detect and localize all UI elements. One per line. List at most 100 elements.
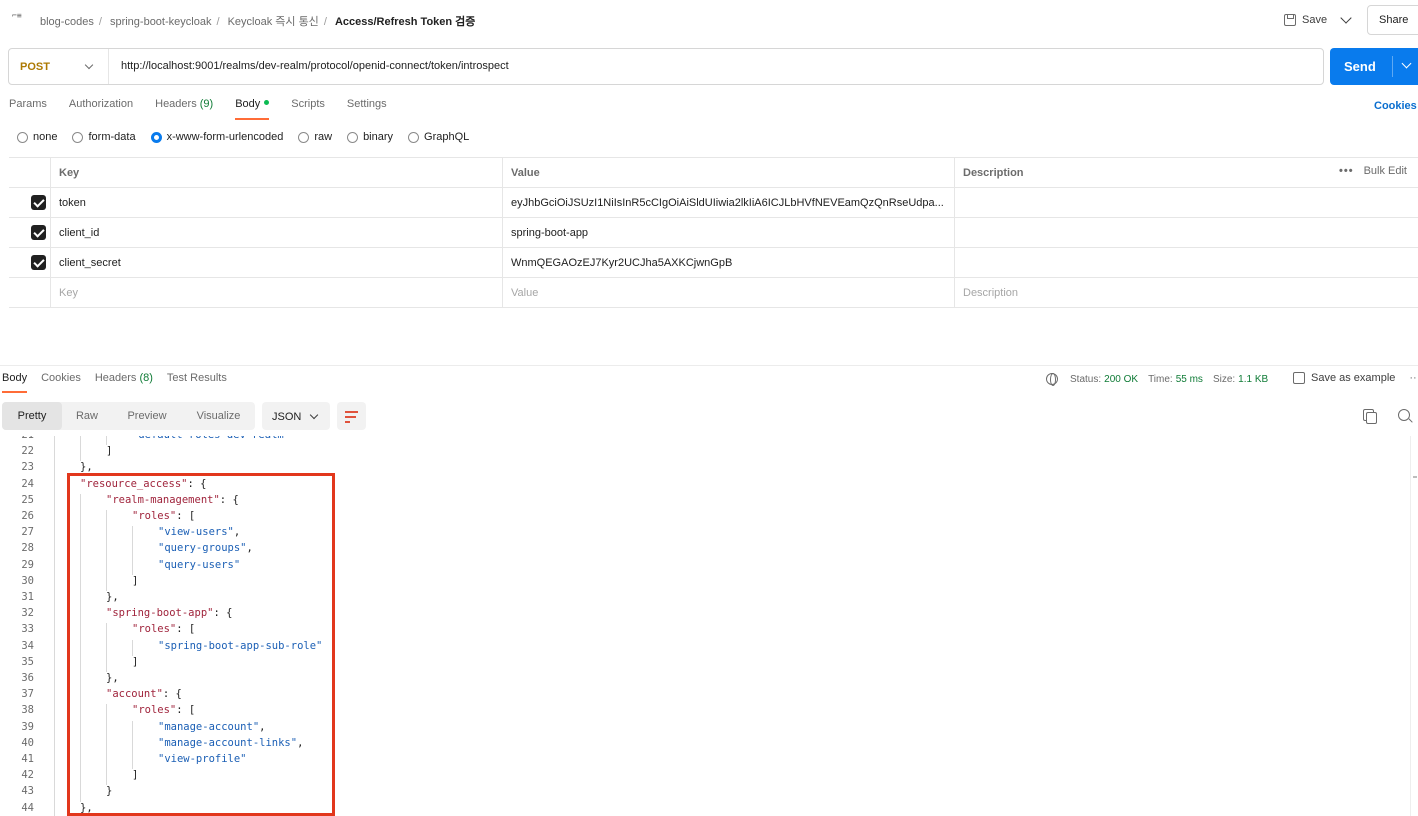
status-value[interactable]: 200 OK [1104,374,1138,385]
row-enabled-checkbox[interactable] [31,195,46,210]
indent-guide [54,591,55,608]
radio-urlencoded[interactable]: x-www-form-urlencoded [150,131,283,143]
indent-guide [54,704,55,721]
radio-form-data[interactable]: form-data [72,131,136,143]
new-description-input[interactable]: Description [954,278,1418,307]
new-value-input[interactable]: Value [502,278,954,307]
param-value-cell[interactable]: eyJhbGciOiJSUzI1NiIsInR5cCIgOiAiSldUIiwi… [502,188,954,217]
send-divider [1392,56,1393,77]
line-number: 35 [21,655,34,668]
save-as-example-button[interactable]: Save as example ·· [1293,372,1417,384]
breadcrumb-collection[interactable]: spring-boot-keycloak [110,16,212,28]
indent-guide [54,510,55,527]
code-text: ] [106,445,112,457]
code-text: "default-roles-dev-realm" [132,436,290,441]
indent-guide [54,736,55,753]
bulk-edit-link[interactable]: Bulk Edit [1364,165,1407,177]
param-key-cell[interactable]: client_id [50,218,502,247]
indent-guide [54,639,55,656]
line-number: 31 [21,591,34,603]
response-tab-cookies[interactable]: Cookies [41,372,81,393]
tab-headers[interactable]: Headers (9) [155,98,213,120]
body-type-selector: none form-data x-www-form-urlencoded raw… [17,131,484,143]
row-enabled-checkbox[interactable] [31,255,46,270]
more-options-icon[interactable]: ••• [1339,165,1354,177]
breadcrumb-folder[interactable]: Keycloak 즉시 통신 [228,16,319,28]
param-description-cell[interactable] [954,188,1418,217]
line-number: 43 [21,785,34,798]
row-enabled-checkbox[interactable] [31,225,46,240]
param-value-cell[interactable]: WnmQEGAOzEJ7Kyr2UCJha5AXKCjwnGpB [502,248,954,277]
chevron-down-icon [84,60,94,70]
send-button[interactable]: Send [1330,48,1418,85]
line-number: 23 [21,461,34,474]
param-value-cell[interactable]: spring-boot-app [502,218,954,247]
method-select[interactable]: POST [9,49,109,84]
indent-guide [54,720,55,737]
save-options-chevron-icon[interactable] [1340,12,1352,24]
indent-guide [54,445,55,462]
top-bar: ⌐≡ blog-codes / spring-boot-keycloak / Key… [0,0,1418,40]
size-value[interactable]: 1.1 KB [1238,374,1268,385]
tab-scripts[interactable]: Scripts [291,98,325,120]
wrap-lines-button[interactable] [337,402,366,430]
param-key-cell[interactable]: token [50,188,502,217]
tab-body[interactable]: Body [235,98,270,120]
wrap-icon-line [345,416,356,418]
time-label: Time: [1148,373,1173,385]
response-tab-test-results[interactable]: Test Results [167,372,227,393]
radio-circle [347,131,359,143]
url-input[interactable]: http://localhost:9001/realms/dev-realm/p… [121,60,509,72]
code-text: }, [80,461,93,473]
row-check-cell [9,188,50,217]
json-punctuation: ] [106,445,113,458]
format-select[interactable]: JSON [262,402,330,430]
overflow-icon[interactable]: ·· [1409,372,1416,384]
view-preview[interactable]: Preview [112,402,182,430]
param-description-cell[interactable] [954,218,1418,247]
chevron-down-icon [309,410,319,420]
globe-icon[interactable] [1046,373,1058,386]
tab-params[interactable]: Params [9,98,47,120]
line-number: 29 [21,558,34,571]
radio-circle [408,131,420,143]
save-button[interactable]: Save [1284,10,1327,30]
table-row: client_id spring-boot-app [9,218,1418,248]
request-name[interactable]: Access/Refresh Token 검증 [335,16,475,28]
send-options-chevron-icon[interactable] [1401,58,1412,69]
share-button[interactable]: Share [1367,5,1418,35]
size-label: Size: [1212,373,1236,385]
search-icon[interactable] [1398,409,1410,421]
radio-binary[interactable]: binary [347,131,393,143]
line-number: 32 [21,607,34,620]
response-tab-headers[interactable]: Headers (8) [95,372,153,393]
breadcrumb-workspace[interactable]: blog-codes [40,16,94,28]
response-meta: Status: 200 OK Time: 55 ms Size: 1.1 KB [1046,373,1278,386]
view-pretty[interactable]: Pretty [2,402,62,430]
param-key-cell[interactable]: client_secret [50,248,502,277]
tab-authorization[interactable]: Authorization [69,98,133,120]
response-divider[interactable] [0,365,1418,366]
tab-settings[interactable]: Settings [347,98,387,120]
radio-none[interactable]: none [17,131,57,143]
line-number: 24 [21,477,34,490]
cookies-link[interactable]: Cookies [1374,100,1417,112]
code-line: 22] [0,445,1410,462]
time-value[interactable]: 55 ms [1176,374,1203,385]
indent-guide [54,785,55,802]
view-raw[interactable]: Raw [62,402,112,430]
send-label: Send [1344,59,1376,74]
response-view-selector: Pretty Raw Preview Visualize [2,402,255,430]
new-param-row: Key Value Description [9,278,1418,308]
view-visualize[interactable]: Visualize [182,402,255,430]
copy-icon[interactable] [1363,409,1377,424]
indent-guide [54,672,55,689]
param-description-cell[interactable] [954,248,1418,277]
method-label: POST [20,61,50,73]
radio-raw[interactable]: raw [298,131,332,143]
response-tab-body[interactable]: Body [2,372,28,393]
new-key-input[interactable]: Key [50,278,502,307]
radio-graphql[interactable]: GraphQL [408,131,469,143]
radio-circle [72,131,84,143]
code-scrollbar[interactable] [1410,436,1418,816]
